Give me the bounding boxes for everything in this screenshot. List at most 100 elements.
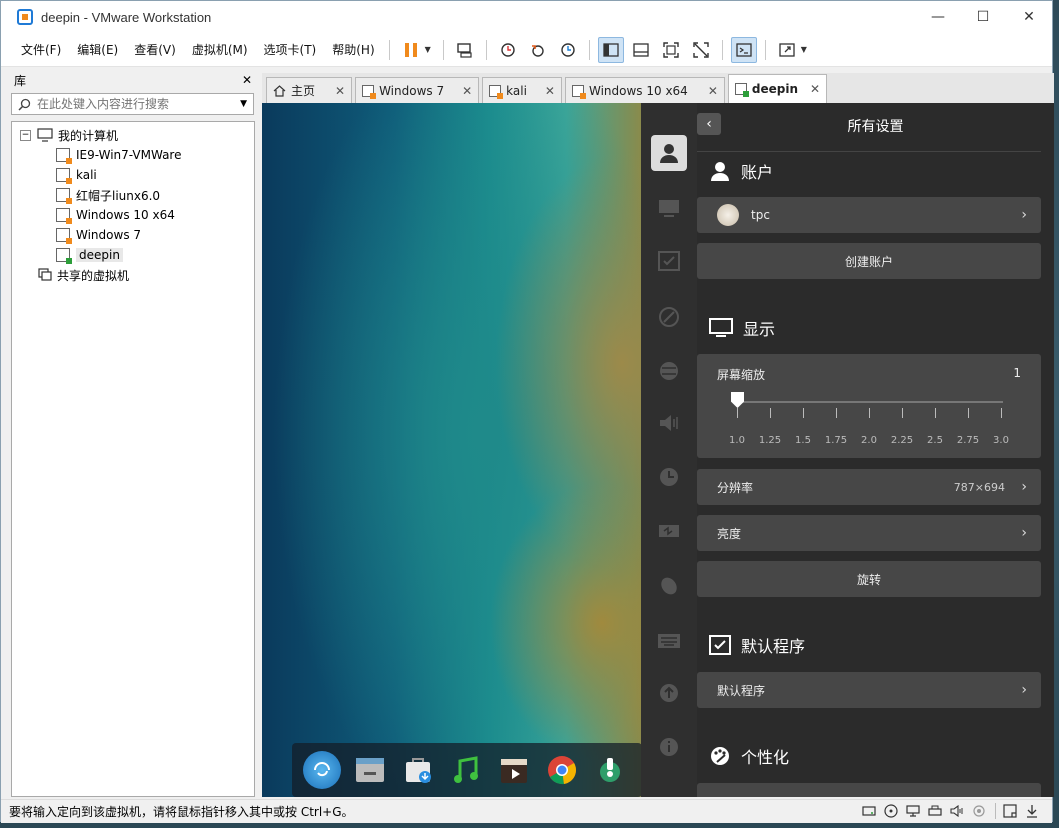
category-account[interactable] <box>651 135 687 171</box>
library-close-button[interactable]: ✕ <box>242 73 252 87</box>
tree-vm-kali[interactable]: kali <box>56 165 97 185</box>
tab-home[interactable]: 主页 ✕ <box>266 77 353 103</box>
chrome-icon[interactable] <box>543 751 581 789</box>
home-icon <box>273 85 286 97</box>
tree-vm-deepin[interactable]: deepin <box>56 245 123 265</box>
menu-edit[interactable]: 编辑(E) <box>69 37 126 63</box>
menu-vm[interactable]: 虚拟机(M) <box>184 37 256 63</box>
category-personalization[interactable] <box>651 299 687 335</box>
send-ctrl-alt-del-button[interactable] <box>452 37 478 63</box>
category-sound[interactable] <box>651 405 687 441</box>
tree-vm-redhat[interactable]: 红帽子liunx6.0 <box>56 185 160 205</box>
brightness-row[interactable]: 亮度 › <box>697 515 1041 551</box>
menu-file[interactable]: 文件(F) <box>13 37 69 63</box>
stretch-dropdown-icon[interactable]: ▼ <box>801 45 807 54</box>
library-search-input[interactable] <box>37 97 241 111</box>
tab-windows10[interactable]: Windows 10 x64 ✕ <box>564 77 725 103</box>
snapshot-button[interactable] <box>495 37 521 63</box>
tab-deepin[interactable]: deepin ✕ <box>727 74 828 103</box>
menu-view[interactable]: 查看(V) <box>126 37 184 63</box>
resolution-row[interactable]: 分辨率 787×694 › <box>697 469 1041 505</box>
category-network[interactable] <box>651 353 687 389</box>
screen-scale-slider-box: 屏幕缩放 1 1.0 1.25 1.5 1.75 2.0 2.25 2.5 2.… <box>697 354 1041 458</box>
category-keyboard[interactable] <box>651 623 687 659</box>
vm-display[interactable]: ‹ 所有设置 账户 tpc › 创建账户 显示 屏幕缩放 1 1.0 1.25 … <box>262 103 1054 797</box>
music-app-icon[interactable] <box>447 751 485 789</box>
menu-help[interactable]: 帮助(H) <box>324 37 382 63</box>
tick-label: 2.5 <box>927 435 943 446</box>
cd-rom-icon[interactable] <box>883 803 899 819</box>
user-row[interactable]: tpc › <box>697 197 1041 233</box>
console-view-button[interactable] <box>730 36 757 63</box>
settings-app-icon[interactable] <box>591 751 629 789</box>
category-display[interactable] <box>651 191 687 227</box>
category-default-apps[interactable] <box>651 243 687 279</box>
library-title: 库 <box>14 73 27 88</box>
tab-close-button[interactable]: ✕ <box>810 82 820 96</box>
settings-category-bar <box>641 103 697 797</box>
full-screen-button[interactable] <box>658 37 684 63</box>
keyboard-icon <box>658 634 680 648</box>
tree-vm-ie9[interactable]: IE9-Win7-VMWare <box>56 145 181 165</box>
sound-card-icon[interactable] <box>949 803 965 819</box>
search-icon <box>18 98 31 111</box>
revert-snapshot-icon <box>531 44 544 57</box>
message-log-icon[interactable] <box>1002 803 1018 819</box>
section-display: 显示 <box>709 316 775 340</box>
tree-node-my-computer[interactable]: − 我的计算机 <box>20 125 118 145</box>
unity-mode-button[interactable] <box>688 37 714 63</box>
tree-vm-win10[interactable]: Windows 10 x64 <box>56 205 175 225</box>
user-icon <box>660 144 678 163</box>
tree-node-shared[interactable]: 共享的虚拟机 <box>38 265 129 285</box>
palette-icon <box>659 307 679 327</box>
search-dropdown-icon[interactable]: ▼ <box>240 99 247 109</box>
section-title: 账户 <box>741 163 774 182</box>
minimize-button[interactable]: — <box>915 1 961 33</box>
default-apps-row[interactable]: 默认程序 › <box>697 672 1041 708</box>
tab-kali[interactable]: kali ✕ <box>482 77 562 103</box>
tree-vm-win7[interactable]: Windows 7 <box>56 225 141 245</box>
maximize-button[interactable]: ☐ <box>960 1 1006 33</box>
vm-label: 红帽子liunx6.0 <box>76 188 161 203</box>
monitor-icon <box>659 200 679 217</box>
menu-tabs[interactable]: 选项卡(T) <box>256 37 325 63</box>
tab-close-button[interactable]: ✕ <box>335 84 345 98</box>
collapse-toggle-icon[interactable]: − <box>20 129 31 141</box>
pause-button[interactable] <box>398 37 424 63</box>
slider-thumb[interactable] <box>731 392 744 408</box>
back-button[interactable]: ‹ <box>697 113 721 135</box>
category-mouse[interactable] <box>651 567 687 603</box>
personalization-row-partial[interactable] <box>697 783 1041 797</box>
slider-track[interactable] <box>737 401 1003 403</box>
tab-label: Windows 7 <box>379 83 445 98</box>
revert-snapshot-button[interactable] <box>525 37 551 63</box>
close-button[interactable]: ✕ <box>1006 1 1052 33</box>
hard-disk-icon[interactable] <box>861 803 877 819</box>
pause-dropdown-icon[interactable]: ▼ <box>425 45 431 54</box>
category-power[interactable] <box>651 513 687 549</box>
thumbnail-bar-button[interactable] <box>628 37 654 63</box>
tab-close-button[interactable]: ✕ <box>708 84 718 98</box>
display-device-icon[interactable] <box>971 803 987 819</box>
category-info[interactable] <box>651 729 687 765</box>
create-account-button[interactable]: 创建账户 <box>697 243 1041 279</box>
network-adapter-icon[interactable] <box>905 803 921 819</box>
tab-close-button[interactable]: ✕ <box>545 84 555 98</box>
snapshot-manager-button[interactable] <box>555 37 581 63</box>
tab-close-button[interactable]: ✕ <box>462 84 472 98</box>
category-datetime[interactable] <box>651 459 687 495</box>
tab-windows7[interactable]: Windows 7 ✕ <box>355 77 480 103</box>
download-icon[interactable] <box>1024 803 1040 819</box>
launcher-icon[interactable] <box>303 751 341 789</box>
library-search-box[interactable]: ▼ <box>11 93 254 115</box>
printer-icon[interactable] <box>927 803 943 819</box>
category-update[interactable] <box>651 675 687 711</box>
library-header: 库 ✕ <box>10 70 256 90</box>
rotate-button[interactable]: 旋转 <box>697 561 1041 597</box>
stretch-guest-button[interactable] <box>774 37 800 63</box>
file-manager-icon[interactable] <box>351 751 389 789</box>
movie-app-icon[interactable] <box>495 751 533 789</box>
app-store-icon[interactable] <box>399 751 437 789</box>
section-account: 账户 <box>709 159 773 183</box>
show-library-button[interactable] <box>597 36 624 63</box>
